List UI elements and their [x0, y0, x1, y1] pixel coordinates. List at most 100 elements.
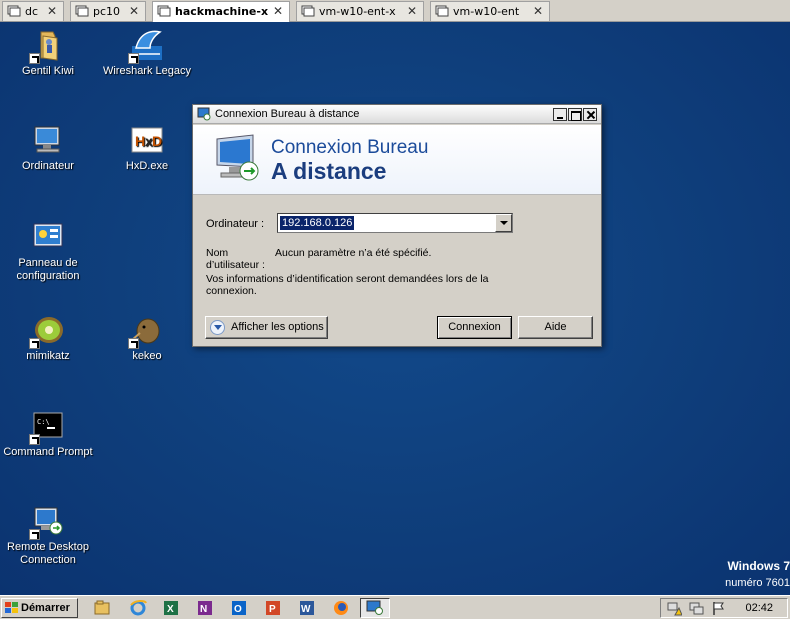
close-button[interactable] [583, 108, 597, 121]
desktop-icon-label: Ordinateur [22, 160, 74, 172]
maximize-button[interactable] [568, 108, 582, 121]
username-value: Aucun paramètre n’a été spécifié. [275, 247, 432, 259]
desktop-icon-label: HxD.exe [125, 160, 169, 172]
close-icon[interactable]: ✕ [407, 4, 417, 18]
credentials-info: Vos informations d’identification seront… [206, 273, 489, 297]
explorer-icon[interactable] [93, 599, 111, 617]
dialog-title: Connexion Bureau à distance [215, 108, 360, 120]
taskbar-item-remote-desktop[interactable] [360, 598, 390, 618]
vm-tab-bar: dc ✕ pc10 ✕ hackmachine-x ✕ vm-w10-ent-x… [0, 0, 790, 22]
svg-text:N: N [200, 604, 207, 615]
desktop-icon-label: Gentil Kiwi [22, 65, 74, 77]
tab-vm-w10-ent-x[interactable]: vm-w10-ent-x ✕ [296, 1, 424, 21]
computer-icon [31, 123, 65, 157]
vm-icon [435, 5, 449, 17]
computer-combobox[interactable]: 192.168.0.126 [277, 213, 513, 233]
remote-desktop-icon [197, 107, 211, 121]
chevron-down-icon[interactable] [495, 214, 512, 232]
remote-desktop-dialog: Connexion Bureau à distance Connexion Bu… [192, 104, 602, 347]
start-button[interactable]: Démarrer [1, 598, 78, 618]
tab-pc10[interactable]: pc10 ✕ [70, 1, 146, 21]
hxd-icon: HxD [130, 123, 164, 157]
folder-icon [29, 28, 65, 64]
tab-label: pc10 [93, 5, 121, 18]
wireshark-icon [128, 28, 164, 64]
powerpoint-icon[interactable]: P [264, 599, 282, 617]
dialog-titlebar[interactable]: Connexion Bureau à distance [193, 105, 601, 124]
minimize-button[interactable] [553, 108, 567, 121]
tab-label: vm-w10-ent-x [319, 5, 396, 18]
username-label: Nom d’utilisateur : [206, 247, 265, 271]
banner-title-line2: A distance [271, 158, 387, 184]
system-tray: 02:42 [660, 598, 788, 618]
close-icon[interactable]: ✕ [533, 4, 543, 18]
control-panel-icon [31, 220, 65, 254]
kiwi-icon [29, 313, 65, 349]
network-icon[interactable] [689, 601, 704, 616]
tab-label: dc [25, 5, 39, 18]
banner-title-line1: Connexion Bureau [271, 137, 429, 158]
taskbar: Démarrer X N O P W 02:42 [0, 595, 790, 619]
excel-icon[interactable]: X [162, 599, 180, 617]
svg-text:C:\: C:\ [37, 418, 50, 426]
tab-vm-w10-ent[interactable]: vm-w10-ent ✕ [430, 1, 550, 21]
windows-logo-icon [5, 602, 18, 613]
tab-dc[interactable]: dc ✕ [2, 1, 64, 21]
cmd-icon: C:\ [29, 409, 65, 445]
word-icon[interactable]: W [298, 599, 316, 617]
vm-icon [75, 5, 89, 17]
computer-label: Ordinateur : [206, 218, 265, 230]
desktop-icon-label: kekeo [132, 350, 162, 362]
svg-text:O: O [234, 604, 242, 615]
desktop-icon-panneau-de-configuration[interactable]: Panneau de configuration [0, 220, 96, 283]
show-options-label: Afficher les options [231, 321, 324, 333]
kiwi-bird-icon [128, 313, 164, 349]
ie-icon[interactable] [129, 599, 147, 617]
flag-icon[interactable] [711, 601, 726, 616]
desktop-icon-gentil-kiwi[interactable]: Gentil Kiwi [0, 28, 96, 78]
watermark-title: Windows 7 [727, 559, 790, 573]
desktop-icon-kekeo[interactable]: kekeo [99, 313, 195, 363]
dialog-banner: Connexion Bureau A distance [193, 125, 601, 195]
start-label: Démarrer [21, 602, 70, 614]
desktop-icon-wireshark[interactable]: Wireshark Legacy [99, 28, 195, 78]
vm-icon [157, 5, 171, 17]
desktop-icon-ordinateur[interactable]: Ordinateur [0, 123, 96, 173]
svg-text:P: P [269, 604, 276, 615]
show-options-button[interactable]: Afficher les options [205, 316, 328, 339]
outlook-icon[interactable]: O [230, 599, 248, 617]
close-icon[interactable]: ✕ [47, 4, 57, 18]
vm-icon [7, 5, 21, 17]
tab-label: vm-w10-ent [453, 5, 520, 18]
windows-watermark: Windows 7 numéro 7601 [725, 559, 790, 589]
network-warning-icon[interactable] [667, 601, 682, 616]
remote-desktop-icon [366, 600, 383, 615]
onenote-icon[interactable]: N [196, 599, 214, 617]
firefox-icon[interactable] [332, 599, 350, 617]
desktop-icon-mimikatz[interactable]: mimikatz [0, 313, 96, 363]
computer-input[interactable]: 192.168.0.126 [280, 216, 355, 230]
desktop-icon-label: Wireshark Legacy [102, 65, 192, 77]
desktop-icon-remote-desktop[interactable]: Remote Desktop Connection [0, 504, 96, 567]
clock[interactable]: 02:42 [745, 602, 773, 614]
close-icon[interactable]: ✕ [129, 4, 139, 18]
tab-hackmachine-x[interactable]: hackmachine-x ✕ [152, 1, 290, 22]
close-icon[interactable]: ✕ [273, 4, 283, 18]
chevron-down-icon [210, 320, 225, 335]
desktop-icon-label: Command Prompt [3, 446, 93, 458]
remote-desktop-icon [216, 134, 259, 181]
remote-desktop-icon [29, 504, 65, 540]
svg-text:W: W [301, 604, 311, 615]
desktop-icon-hxd[interactable]: HxD HxD.exe [99, 123, 195, 173]
watermark-build: numéro 7601 [725, 577, 790, 589]
desktop-icon-command-prompt[interactable]: C:\ Command Prompt [0, 409, 96, 459]
tab-label: hackmachine-x [175, 5, 269, 18]
svg-text:H: H [135, 133, 145, 149]
connect-button[interactable]: Connexion [437, 316, 512, 339]
desktop-icon-label: Remote Desktop Connection [7, 541, 89, 566]
svg-text:D: D [152, 133, 162, 149]
desktop-icon-label: Panneau de configuration [16, 257, 80, 282]
help-button[interactable]: Aide [518, 316, 593, 339]
vm-icon [301, 5, 315, 17]
desktop-icon-label: mimikatz [26, 350, 70, 362]
